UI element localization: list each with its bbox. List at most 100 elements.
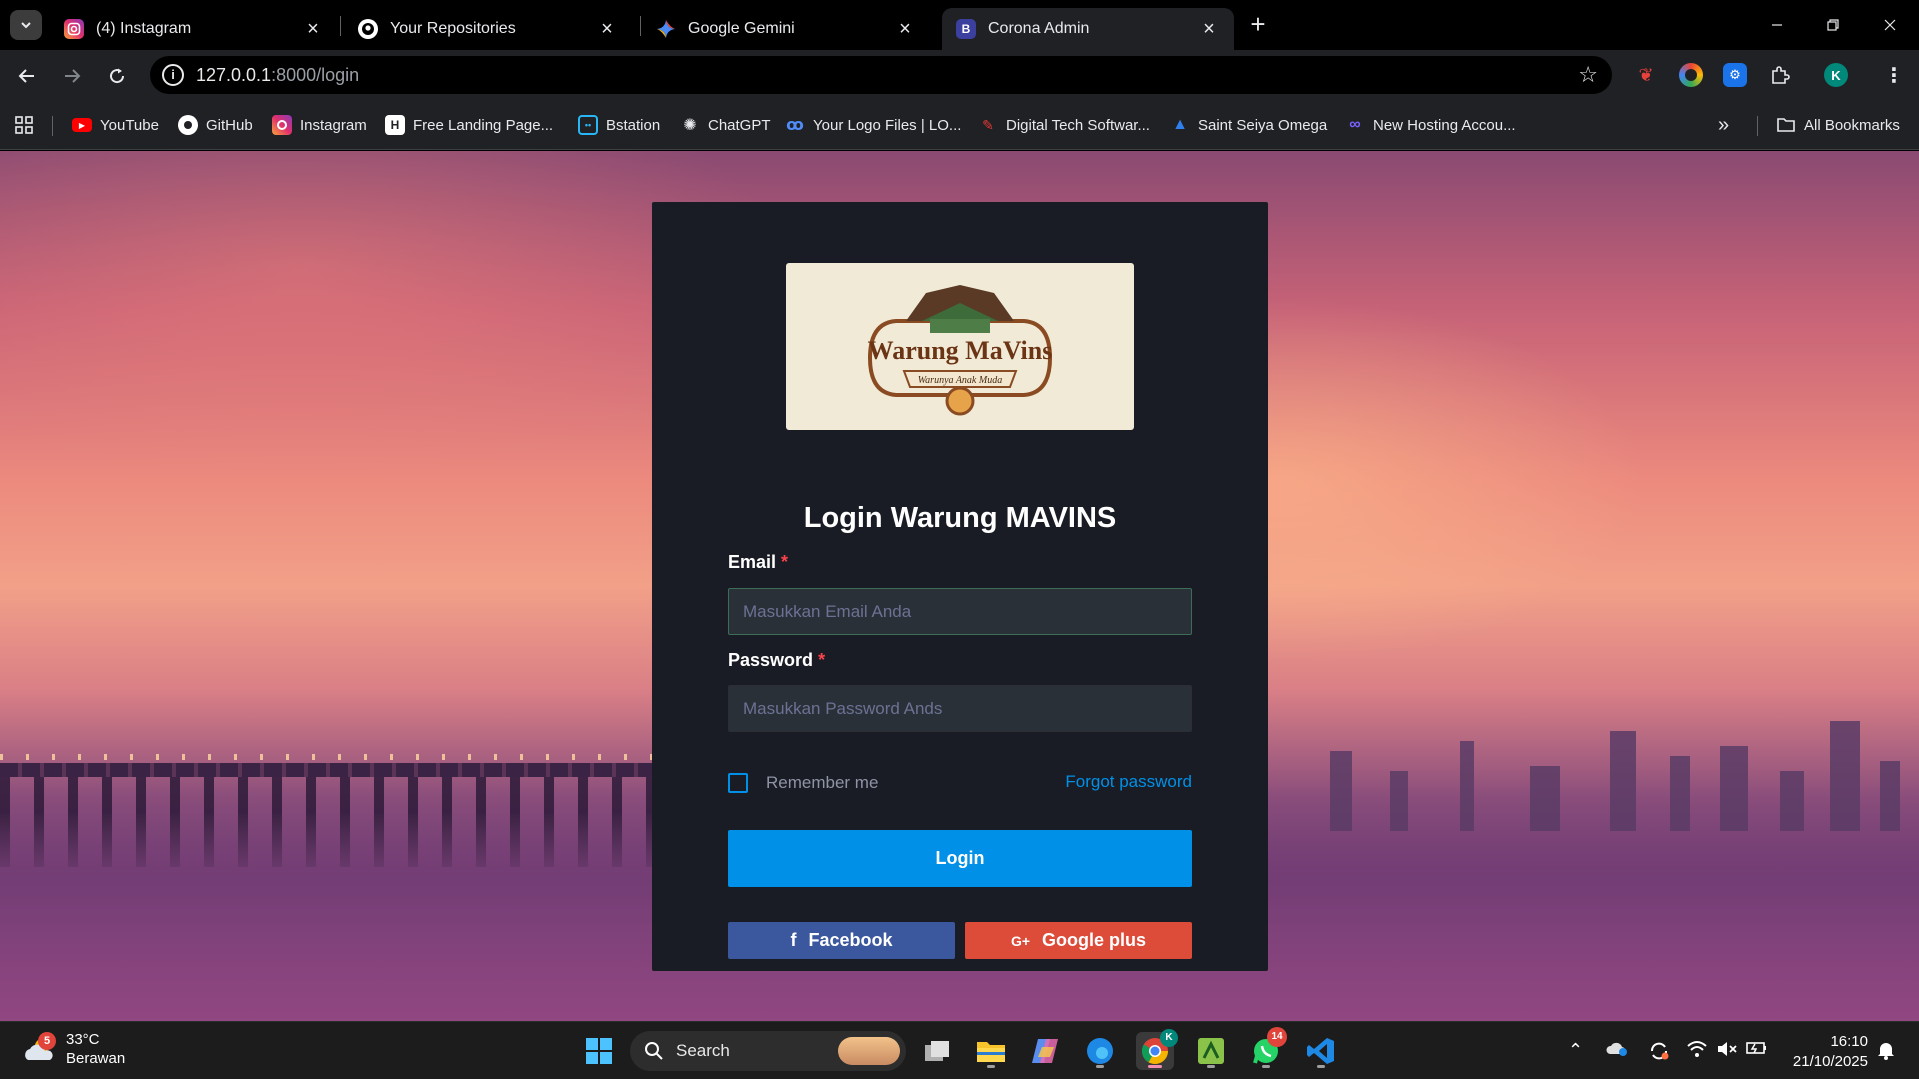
- remember-me[interactable]: Remember me: [728, 773, 878, 793]
- close-window-button[interactable]: [1870, 10, 1910, 40]
- menu-kebab-icon[interactable]: ⋮: [1882, 63, 1906, 87]
- file-explorer-button[interactable]: [972, 1032, 1010, 1070]
- extensions-puzzle-icon[interactable]: [1768, 63, 1792, 87]
- all-bookmarks[interactable]: All Bookmarks: [1776, 114, 1900, 136]
- more-bookmarks-icon[interactable]: »: [1718, 114, 1729, 136]
- whatsapp-button[interactable]: 14: [1247, 1027, 1287, 1070]
- password-label: Password *: [728, 650, 825, 671]
- google-login-button[interactable]: G+ Google plus: [965, 922, 1192, 959]
- restore-button[interactable]: [1813, 10, 1853, 40]
- instagram-icon: [272, 115, 292, 135]
- extension-dragon-icon[interactable]: ❦: [1634, 63, 1658, 87]
- login-card: Warung MaVins Warunya Anak Muda Login Wa…: [652, 202, 1268, 971]
- apps-grid-icon[interactable]: [14, 114, 34, 136]
- close-icon[interactable]: ×: [596, 18, 618, 40]
- xampp-icon: [1198, 1038, 1224, 1064]
- show-hidden-icons[interactable]: ⌃: [1568, 1040, 1583, 1061]
- warung-mavins-logo: Warung MaVins Warunya Anak Muda: [786, 263, 1134, 430]
- bookmark-label: Instagram: [300, 116, 367, 134]
- xampp-button[interactable]: [1192, 1032, 1230, 1070]
- bookmark-your-logo-files[interactable]: ꝏ Your Logo Files | LO...: [785, 114, 961, 136]
- start-button[interactable]: [580, 1032, 618, 1070]
- tab-title: Corona Admin: [988, 20, 1090, 37]
- required-marker: *: [781, 552, 789, 572]
- forgot-password-link[interactable]: Forgot password: [1065, 772, 1192, 792]
- bookmark-bstation[interactable]: •• Bstation: [578, 114, 660, 136]
- password-input[interactable]: [728, 685, 1192, 732]
- tab-github[interactable]: Your Repositories ×: [344, 8, 632, 50]
- wifi-icon[interactable]: [1686, 1040, 1708, 1063]
- tab-corona-admin[interactable]: B Corona Admin ×: [942, 8, 1234, 50]
- background-bridge-lights: [0, 754, 700, 760]
- copilot-button[interactable]: [1026, 1032, 1064, 1070]
- bookmark-free-landing-page[interactable]: H Free Landing Page...: [385, 114, 553, 136]
- tab-gemini[interactable]: Google Gemini ×: [642, 8, 930, 50]
- back-button[interactable]: [11, 60, 43, 92]
- sync-icon[interactable]: [1648, 1040, 1670, 1067]
- bookmarks-divider: [1757, 116, 1758, 136]
- running-indicator: [1262, 1065, 1270, 1068]
- tab-instagram[interactable]: (4) Instagram ×: [50, 8, 338, 50]
- background-bridge-pillars: [0, 777, 700, 867]
- edge-button[interactable]: [1081, 1032, 1119, 1070]
- youtube-icon: ▶: [72, 118, 92, 132]
- weather-widget[interactable]: 5 33°C Berawan: [22, 1030, 125, 1068]
- running-indicator: [1207, 1065, 1215, 1068]
- system-clock[interactable]: 16:10 21/10/2025: [1788, 1032, 1868, 1072]
- folder-icon: [1776, 115, 1796, 135]
- bookmark-digital-tech[interactable]: ✎ Digital Tech Softwar...: [978, 114, 1150, 136]
- vscode-button[interactable]: [1302, 1032, 1340, 1070]
- url-host: 127.0.0.1: [196, 65, 272, 85]
- search-highlight-image: [838, 1037, 900, 1065]
- taskbar-search[interactable]: Search: [630, 1031, 906, 1071]
- bookmark-star-icon[interactable]: ☆: [1578, 62, 1598, 88]
- onedrive-icon[interactable]: [1606, 1040, 1628, 1061]
- site-info-icon[interactable]: i: [162, 64, 184, 86]
- email-input[interactable]: [728, 588, 1192, 635]
- extension-settings-icon[interactable]: ⚙: [1723, 63, 1747, 87]
- close-icon[interactable]: ×: [302, 18, 324, 40]
- notifications-bell-icon[interactable]: [1876, 1040, 1896, 1065]
- login-button[interactable]: Login: [728, 830, 1192, 887]
- search-icon: [645, 1042, 663, 1060]
- email-label-text: Email: [728, 552, 777, 572]
- digital-icon: ✎: [982, 116, 994, 133]
- close-icon[interactable]: ×: [894, 18, 916, 40]
- new-tab-button[interactable]: +: [1245, 11, 1271, 38]
- minimize-button[interactable]: [1757, 10, 1797, 40]
- tv-icon: ••: [578, 115, 598, 135]
- background-bridge: [0, 763, 700, 777]
- bookmark-chatgpt[interactable]: ✺ ChatGPT: [680, 114, 771, 136]
- chrome-button[interactable]: K: [1136, 1029, 1178, 1070]
- tab-search-button[interactable]: [10, 10, 42, 40]
- battery-icon[interactable]: [1746, 1040, 1768, 1061]
- github-icon: [358, 19, 378, 39]
- remember-checkbox[interactable]: [728, 773, 748, 793]
- volume-muted-icon[interactable]: [1716, 1040, 1738, 1063]
- bookmark-saint-seiya[interactable]: ▲ Saint Seiya Omega: [1170, 114, 1327, 136]
- profile-avatar[interactable]: K: [1824, 63, 1848, 87]
- password-label-text: Password: [728, 650, 814, 670]
- bookmark-new-hosting[interactable]: ∞ New Hosting Accou...: [1345, 114, 1516, 136]
- folder-icon: [977, 1042, 1005, 1062]
- bookmark-instagram[interactable]: Instagram: [272, 114, 367, 136]
- task-view-button[interactable]: [918, 1032, 956, 1070]
- bookmark-youtube[interactable]: ▶ YouTube: [72, 114, 159, 136]
- seiya-icon: ▲: [1172, 116, 1188, 133]
- restore-icon: [1827, 19, 1839, 31]
- h-icon: H: [385, 115, 405, 135]
- bookmark-github[interactable]: GitHub: [178, 114, 253, 136]
- bookmark-label: ChatGPT: [708, 116, 771, 134]
- reload-button[interactable]: [101, 60, 133, 92]
- address-bar[interactable]: i 127.0.0.1:8000/login ☆: [150, 56, 1612, 94]
- forward-button[interactable]: [56, 60, 88, 92]
- reload-icon: [110, 68, 125, 84]
- facebook-login-button[interactable]: f Facebook: [728, 922, 955, 959]
- chevron-down-icon: [21, 22, 31, 29]
- close-icon[interactable]: ×: [1198, 18, 1220, 40]
- tab-title: (4) Instagram: [96, 20, 192, 37]
- bookmark-label: New Hosting Accou...: [1373, 116, 1516, 134]
- minimize-icon: [1772, 24, 1782, 26]
- extension-color-icon[interactable]: [1679, 63, 1703, 87]
- url-text[interactable]: 127.0.0.1:8000/login: [196, 65, 359, 86]
